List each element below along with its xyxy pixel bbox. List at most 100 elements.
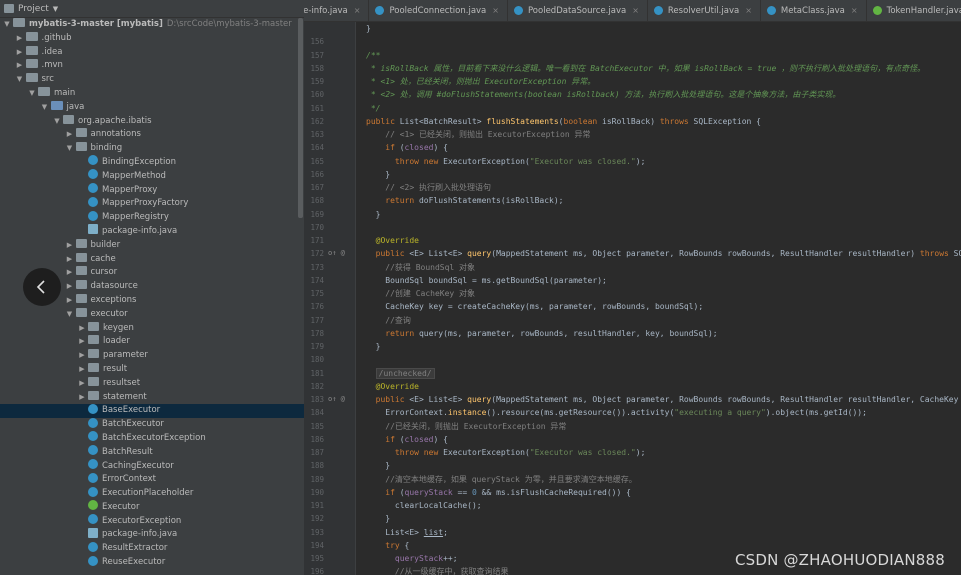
chevron-right-icon[interactable]: ▶ — [77, 335, 87, 349]
tree-item[interactable]: ▼ java — [0, 100, 304, 115]
chevron-right-icon[interactable]: ▶ — [65, 253, 75, 267]
code-line[interactable]: 158 * isRollBack 属性，目前看下来没什么逻辑。唯一看到在 Bat… — [304, 62, 961, 75]
chevron-down-icon[interactable]: ▼ — [40, 101, 50, 115]
chevron-right-icon[interactable]: ▶ — [15, 32, 25, 46]
chevron-right-icon[interactable]: ▶ — [77, 377, 87, 391]
code-line[interactable]: 191 clearLocalCache(); — [304, 499, 961, 512]
code-line[interactable]: 179 } — [304, 340, 961, 353]
code-line[interactable]: 176 CacheKey key = createCacheKey(ms, pa… — [304, 300, 961, 313]
tree-item[interactable]: ▼ src — [0, 73, 304, 87]
chevron-right-icon[interactable]: ▶ — [15, 59, 25, 73]
chevron-right-icon[interactable]: ▶ — [77, 363, 87, 377]
tree-root[interactable]: ▼ mybatis-3-master [mybatis] D:\srcCode\my… — [0, 18, 304, 32]
editor-tab[interactable]: MetaClass.java × — [761, 0, 867, 21]
tree-item[interactable]: MapperProxy — [0, 183, 304, 198]
project-panel-header[interactable]: Project ▼ — [0, 0, 304, 18]
code-line[interactable]: 156 — [304, 35, 961, 48]
close-icon[interactable]: × — [851, 6, 858, 15]
tree-item[interactable]: MapperMethod — [0, 169, 304, 184]
tree-item[interactable]: package-info.java — [0, 527, 304, 542]
chevron-down-icon[interactable]: ▼ — [53, 5, 58, 13]
code-line[interactable]: 180 — [304, 353, 961, 366]
code-line[interactable]: 188 } — [304, 459, 961, 472]
tree-item[interactable]: BaseExecutor — [0, 403, 304, 419]
tree-item[interactable]: ▶ annotations — [0, 128, 304, 142]
tree-item[interactable]: MapperProxyFactory — [0, 196, 304, 211]
chevron-down-icon[interactable]: ▼ — [15, 73, 25, 87]
code-line[interactable]: 175 //创建 CacheKey 对象 — [304, 287, 961, 300]
code-line[interactable]: 165 throw new ExecutorException("Executo… — [304, 155, 961, 168]
tree-item[interactable]: BindingException — [0, 155, 304, 170]
tree-item[interactable]: ▼ org.apache.ibatis — [0, 114, 304, 129]
tree-item[interactable]: ▶ statement — [0, 390, 304, 405]
tree-item[interactable]: ▶ cache — [0, 252, 304, 267]
chevron-right-icon[interactable]: ▶ — [77, 349, 87, 363]
chevron-right-icon[interactable]: ▶ — [65, 128, 75, 142]
tree-item[interactable]: ▼ binding — [0, 142, 304, 156]
close-icon[interactable]: × — [632, 6, 639, 15]
code-line[interactable]: 186 if (closed) { — [304, 433, 961, 446]
tree-item[interactable]: ExecutorException — [0, 514, 304, 529]
tree-item[interactable]: ▶ .github — [0, 31, 304, 46]
code-line[interactable]: 159 * <1> 处，已经关闭，则抛出 ExecutorException 异… — [304, 75, 961, 88]
code-line[interactable]: 162 public List<BatchResult> flushStateme… — [304, 115, 961, 128]
code-line[interactable]: 190 if (queryStack == 0 && ms.isFlushCac… — [304, 486, 961, 499]
editor-tab[interactable]: ResolverUtil.java × — [648, 0, 761, 21]
chevron-down-icon[interactable]: ▼ — [2, 18, 12, 32]
tree-item[interactable]: ReuseExecutor — [0, 555, 304, 570]
chevron-right-icon[interactable]: ▶ — [65, 239, 75, 253]
chevron-right-icon[interactable]: ▶ — [77, 391, 87, 405]
chevron-down-icon[interactable]: ▼ — [52, 115, 62, 129]
chevron-down-icon[interactable]: ▼ — [65, 308, 75, 322]
code-line[interactable]: 185 //已经关闭，则抛出 ExecutorException 异常 — [304, 420, 961, 433]
code-line[interactable]: 187 throw new ExecutorException("Executo… — [304, 446, 961, 459]
code-line[interactable]: 167 // <2> 执行刷入批处理语句 — [304, 181, 961, 194]
tree-item[interactable]: ResultExtractor — [0, 541, 304, 556]
editor-tab[interactable]: PooledConnection.java × — [369, 0, 508, 21]
code-line[interactable]: 183 o↑ @ public <E> List<E> query(MappedS… — [304, 393, 961, 406]
code-line[interactable]: 173 //获得 BoundSql 对象 — [304, 261, 961, 274]
tree-item[interactable]: ▶ resultset — [0, 376, 304, 391]
tree-item[interactable]: ▶ .idea — [0, 45, 304, 60]
tree-item[interactable]: BatchExecutor — [0, 417, 304, 432]
code-line[interactable]: 160 * <2> 处，调用 #doFlushStatements(boolea… — [304, 88, 961, 101]
tree-item[interactable]: ▶ result — [0, 362, 304, 377]
tree-item[interactable]: CachingExecutor — [0, 459, 304, 474]
code-line[interactable]: 169 } — [304, 208, 961, 221]
tree-scrollbar[interactable] — [298, 18, 303, 218]
tree-item[interactable]: ▼ executor — [0, 307, 304, 322]
code-line[interactable]: 194 try { — [304, 539, 961, 552]
code-line[interactable]: 168 return doFlushStatements(isRollBack)… — [304, 194, 961, 207]
code-line[interactable]: 161 */ — [304, 102, 961, 115]
chevron-right-icon[interactable]: ▶ — [65, 266, 75, 280]
override-marker-icon[interactable]: o↑ @ — [328, 247, 350, 260]
chevron-right-icon[interactable]: ▶ — [65, 294, 75, 308]
tree-item[interactable]: BatchResult — [0, 445, 304, 460]
tree-item[interactable]: MapperRegistry — [0, 210, 304, 225]
tree-item[interactable]: package-info.java — [0, 224, 304, 239]
tree-item[interactable]: BatchExecutorException — [0, 431, 304, 446]
code-line[interactable]: 182 @Override — [304, 380, 961, 393]
chevron-down-icon[interactable]: ▼ — [65, 142, 75, 156]
code-line[interactable]: } — [304, 22, 961, 35]
tree-item[interactable]: Executor — [0, 500, 304, 515]
code-line[interactable]: 164 if (closed) { — [304, 141, 961, 154]
chevron-right-icon[interactable]: ▶ — [65, 280, 75, 294]
close-icon[interactable]: × — [354, 6, 361, 15]
close-icon[interactable]: × — [492, 6, 499, 15]
code-line[interactable]: 184 ErrorContext.instance().resource(ms.… — [304, 406, 961, 419]
editor-tab[interactable]: PooledDataSource.java × — [508, 0, 648, 21]
tree-item[interactable]: ErrorContext — [0, 472, 304, 487]
code-line[interactable]: 178 return query(ms, parameter, rowBound… — [304, 327, 961, 340]
tree-item[interactable]: ▶ loader — [0, 335, 304, 349]
code-line[interactable]: 193 List<E> list; — [304, 526, 961, 539]
code-line[interactable]: 189 //清空本地缓存，如果 queryStack 为零，并且要求清空本地缓存… — [304, 473, 961, 486]
editor-tab[interactable]: TokenHandler.java× — [867, 0, 961, 21]
code-line[interactable]: 174 BoundSql boundSql = ms.getBoundSql(p… — [304, 274, 961, 287]
code-line[interactable]: 170 — [304, 221, 961, 234]
tree-item[interactable]: ExecutionPlaceholder — [0, 486, 304, 501]
code-line[interactable]: 163 // <1> 已经关闭，则抛出 ExecutorException 异常 — [304, 128, 961, 141]
tree-item[interactable]: ▼ main — [0, 86, 304, 101]
code-editor[interactable]: } 156 157 /** 158 * isRollBack 属性，目前看下来没什么逻辑… — [304, 22, 961, 575]
tree-item[interactable]: ▶ builder — [0, 238, 304, 253]
